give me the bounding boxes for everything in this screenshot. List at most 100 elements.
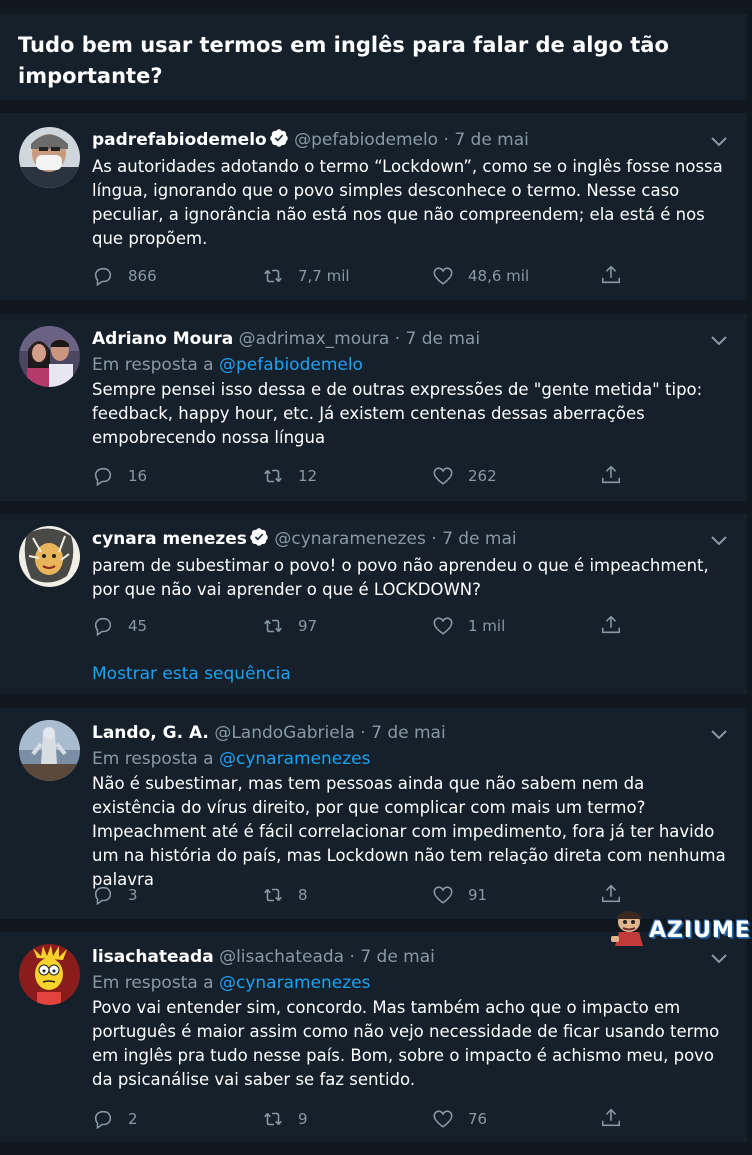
reply-button[interactable]: 3 bbox=[92, 883, 138, 907]
like-count: 262 bbox=[468, 467, 497, 485]
mascot-icon bbox=[611, 911, 643, 946]
author-handle[interactable]: @lisachateada bbox=[219, 947, 344, 967]
tweet-text: Sempre pensei isso dessa e de outras exp… bbox=[92, 380, 703, 447]
retweet-count: 97 bbox=[298, 617, 318, 635]
retweet-count: 9 bbox=[298, 1110, 308, 1128]
tweet[interactable]: cynara menezes @cynaramenezes · 7 de mai… bbox=[0, 514, 747, 694]
reply-count: 866 bbox=[128, 267, 157, 285]
like-icon bbox=[433, 467, 453, 485]
avatar[interactable] bbox=[19, 944, 80, 1005]
tweet[interactable]: padrefabiodemelo @pefabiodemelo · 7 de m… bbox=[0, 113, 747, 300]
author-handle[interactable]: @pefabiodemelo bbox=[294, 130, 438, 150]
tweet-header: padrefabiodemelo @pefabiodemelo · 7 de m… bbox=[92, 129, 529, 150]
like-button[interactable]: 1 mil bbox=[432, 614, 505, 638]
share-icon[interactable] bbox=[600, 464, 622, 486]
tweet-date[interactable]: 7 de mai bbox=[406, 329, 481, 349]
reply-mention-link[interactable]: @pefabiodemelo bbox=[219, 355, 363, 375]
retweet-button[interactable]: 97 bbox=[262, 614, 317, 638]
chevron-down-icon[interactable] bbox=[711, 954, 727, 964]
retweet-button[interactable]: 12 bbox=[262, 464, 317, 488]
reply-label: Em resposta a bbox=[92, 749, 214, 769]
share-icon[interactable] bbox=[600, 1107, 622, 1129]
retweet-count: 12 bbox=[298, 467, 318, 485]
tweet-date[interactable]: 7 de mai bbox=[442, 529, 517, 549]
chevron-down-icon[interactable] bbox=[711, 730, 727, 740]
like-icon bbox=[433, 267, 453, 285]
retweet-button[interactable]: 8 bbox=[262, 883, 308, 907]
tweet-header: cynara menezes @cynaramenezes · 7 de mai bbox=[92, 528, 517, 549]
tweet-text: Não é subestimar, mas tem pessoas ainda … bbox=[92, 774, 726, 889]
like-count: 48,6 mil bbox=[468, 267, 530, 285]
reply-mention-link[interactable]: @cynaramenezes bbox=[219, 749, 371, 769]
tweet-date[interactable]: 7 de mai bbox=[360, 947, 435, 967]
reply-context: Em resposta a @pefabiodemelo bbox=[92, 352, 727, 378]
like-count: 1 mil bbox=[468, 617, 506, 635]
retweet-icon bbox=[264, 269, 282, 283]
watermark-logo: AZIUME bbox=[607, 906, 752, 948]
retweet-icon bbox=[264, 1112, 282, 1126]
like-count: 91 bbox=[468, 886, 488, 904]
like-count: 76 bbox=[468, 1110, 488, 1128]
like-button[interactable]: 48,6 mil bbox=[432, 264, 529, 288]
author-name[interactable]: Lando, G. A. bbox=[92, 723, 209, 743]
retweet-icon bbox=[264, 469, 282, 483]
reply-button[interactable]: 2 bbox=[92, 1107, 138, 1131]
author-name[interactable]: lisachateada bbox=[92, 947, 214, 967]
like-button[interactable]: 91 bbox=[432, 883, 487, 907]
author-handle[interactable]: @LandoGabriela bbox=[214, 723, 355, 743]
reply-icon bbox=[94, 467, 112, 487]
reply-mention-link[interactable]: @cynaramenezes bbox=[219, 973, 371, 993]
share-icon[interactable] bbox=[600, 264, 622, 286]
conversation-header: Tudo bem usar termos em inglês para fala… bbox=[0, 14, 747, 100]
reply-button[interactable]: 16 bbox=[92, 464, 147, 488]
tweet[interactable]: Lando, G. A. @LandoGabriela · 7 de mai E… bbox=[0, 708, 747, 919]
reply-label: Em resposta a bbox=[92, 355, 214, 375]
retweet-icon bbox=[264, 619, 282, 633]
chevron-down-icon[interactable] bbox=[711, 336, 727, 346]
chevron-down-icon[interactable] bbox=[711, 137, 727, 147]
chevron-down-icon[interactable] bbox=[711, 536, 727, 546]
reply-count: 45 bbox=[128, 617, 148, 635]
tweet[interactable]: lisachateada @lisachateada · 7 de mai Em… bbox=[0, 932, 747, 1142]
verified-badge-icon bbox=[250, 528, 268, 546]
reply-label: Em resposta a bbox=[92, 973, 214, 993]
avatar[interactable] bbox=[19, 326, 80, 387]
avatar[interactable] bbox=[19, 526, 80, 587]
author-name[interactable]: Adriano Moura bbox=[92, 329, 233, 349]
avatar[interactable] bbox=[19, 720, 80, 781]
retweet-button[interactable]: 7,7 mil bbox=[262, 264, 350, 288]
share-icon[interactable] bbox=[600, 614, 622, 636]
reply-button[interactable]: 45 bbox=[92, 614, 147, 638]
retweet-count: 8 bbox=[298, 886, 308, 904]
reply-button[interactable]: 866 bbox=[92, 264, 157, 288]
reply-icon bbox=[94, 886, 112, 906]
tweet[interactable]: Adriano Moura @adrimax_moura · 7 de mai … bbox=[0, 314, 747, 501]
page-title: Tudo bem usar termos em inglês para fala… bbox=[18, 33, 669, 88]
author-handle[interactable]: @cynaramenezes bbox=[274, 529, 426, 549]
reply-icon bbox=[94, 617, 112, 637]
tweet-text: As autoridades adotando o termo “Lockdow… bbox=[92, 157, 723, 248]
tweet-header: Adriano Moura @adrimax_moura · 7 de mai bbox=[92, 329, 481, 349]
tweet-date[interactable]: 7 de mai bbox=[371, 723, 446, 743]
tweet-header: Lando, G. A. @LandoGabriela · 7 de mai bbox=[92, 723, 446, 743]
tweet-date[interactable]: 7 de mai bbox=[454, 130, 529, 150]
verified-badge-icon bbox=[269, 129, 288, 147]
reply-context: Em resposta a @cynaramenezes bbox=[92, 746, 727, 772]
author-name[interactable]: cynara menezes bbox=[92, 529, 247, 549]
avatar[interactable] bbox=[19, 127, 80, 188]
tweet-text: Povo vai entender sim, concordo. Mas tam… bbox=[92, 998, 720, 1089]
reply-count: 2 bbox=[128, 1110, 138, 1128]
like-button[interactable]: 262 bbox=[432, 464, 497, 488]
show-thread-link[interactable]: Mostrar esta sequência bbox=[92, 664, 291, 684]
author-handle[interactable]: @adrimax_moura bbox=[239, 329, 390, 349]
like-icon bbox=[433, 617, 453, 635]
reply-icon bbox=[94, 267, 112, 287]
retweet-button[interactable]: 9 bbox=[262, 1107, 308, 1131]
watermark-text: AZIUME bbox=[649, 918, 751, 943]
reply-icon bbox=[94, 1110, 112, 1130]
reply-context: Em resposta a @cynaramenezes bbox=[92, 970, 727, 996]
author-name[interactable]: padrefabiodemelo bbox=[92, 130, 267, 150]
like-button[interactable]: 76 bbox=[432, 1107, 487, 1131]
share-icon[interactable] bbox=[600, 883, 622, 905]
tweet-text: parem de subestimar o povo! o povo não a… bbox=[92, 556, 709, 599]
